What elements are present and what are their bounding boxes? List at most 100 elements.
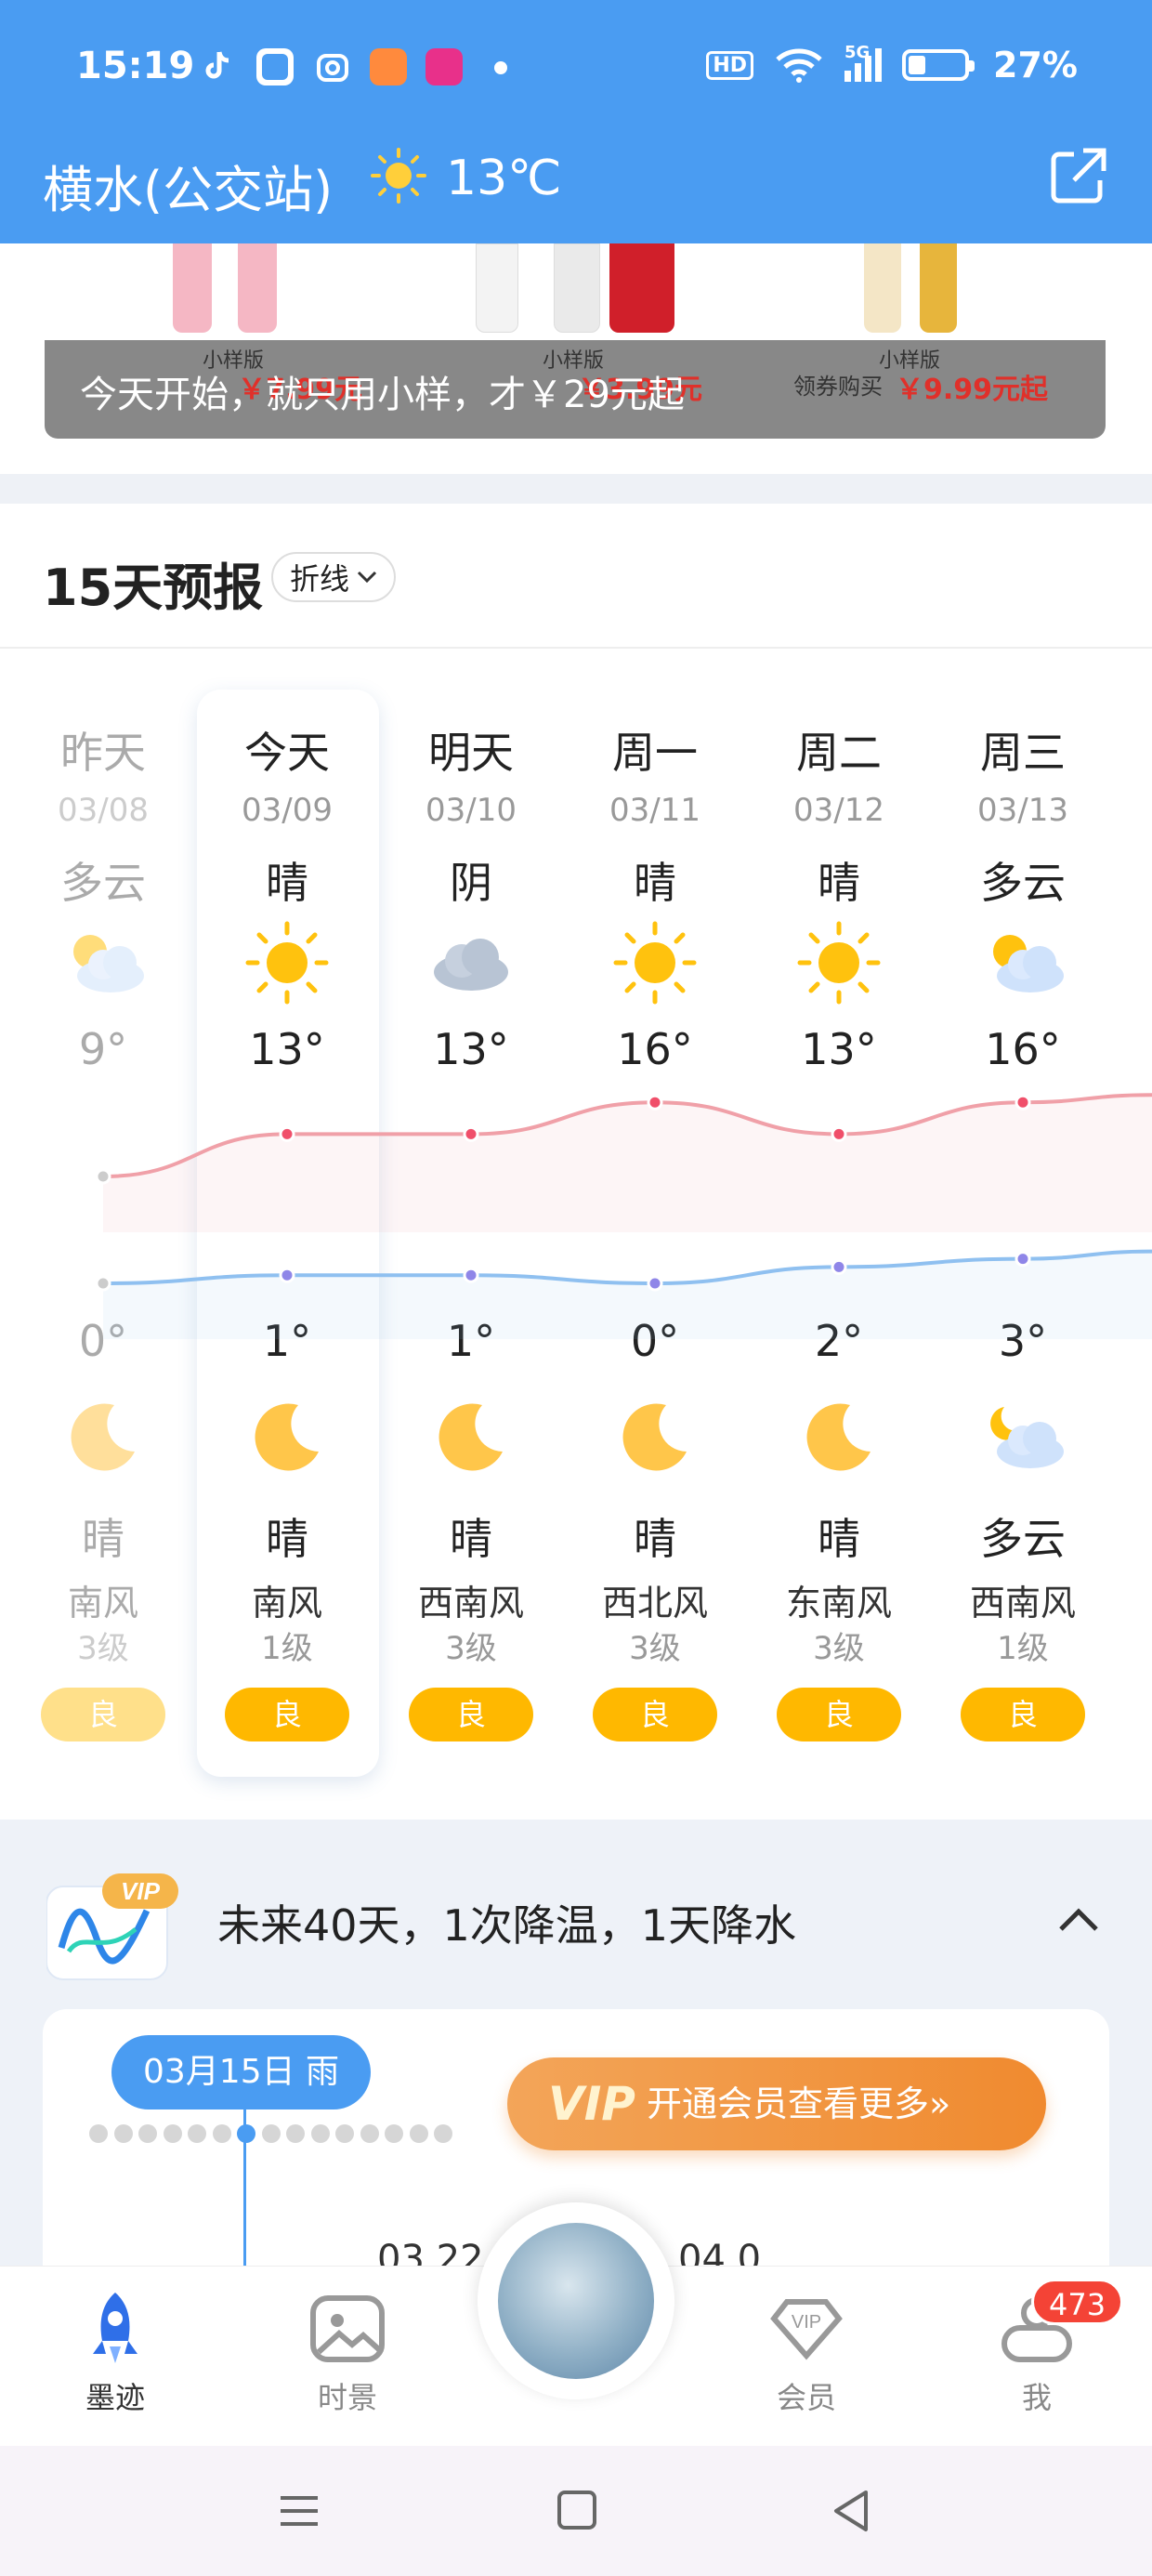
low-temp: 2° bbox=[814, 1316, 864, 1366]
low-temp: 1° bbox=[446, 1316, 496, 1366]
wind-level: 1级 bbox=[261, 1630, 313, 1667]
long-range-section: VIP 未来40天，1次降温，1天降水 03月15日 雨 VIP 开通会员查看更… bbox=[0, 1820, 1152, 2266]
timeline-dot bbox=[385, 2124, 403, 2143]
date: 03/09 bbox=[242, 792, 333, 829]
location-title[interactable]: 横水(公交站) bbox=[43, 149, 333, 222]
forecast-day-column[interactable]: 今天 03/09 晴 13° 1° 晴南风 1级良 bbox=[195, 690, 379, 1777]
weekday: 今天 bbox=[244, 728, 330, 778]
aqi-badge[interactable]: 良 bbox=[41, 1688, 165, 1741]
timeline-dot bbox=[360, 2124, 379, 2143]
timeline-dot bbox=[163, 2124, 182, 2143]
ad-strip[interactable]: 小样版 ￥7.99元 小样版 ￥3.99元 领券购买 小样版 ￥9.99元起 今… bbox=[45, 340, 1106, 439]
aqi-badge[interactable]: 良 bbox=[593, 1688, 717, 1741]
hd-icon: HD bbox=[706, 50, 754, 80]
weekday: 明天 bbox=[428, 728, 514, 778]
forecast-title: 15天预报 bbox=[43, 559, 264, 617]
night-condition: 晴 bbox=[818, 1514, 860, 1564]
home-icon[interactable] bbox=[548, 2485, 604, 2537]
high-temp: 16° bbox=[985, 1024, 1061, 1074]
open-vip-button[interactable]: VIP 开通会员查看更多» bbox=[507, 2057, 1046, 2150]
app-icon-orange bbox=[370, 48, 407, 85]
app-icon-pink bbox=[425, 48, 463, 85]
partly-cloudy-icon bbox=[976, 916, 1069, 1009]
battery-level: 27% bbox=[993, 45, 1078, 85]
section-gap bbox=[0, 474, 1152, 504]
ad-banner[interactable]: 小样版 ￥7.99元 小样版 ￥3.99元 领券购买 小样版 ￥9.99元起 今… bbox=[0, 243, 1152, 474]
signal-label: 5G bbox=[844, 43, 871, 62]
center-globe-button[interactable] bbox=[478, 2202, 674, 2399]
notification-dot bbox=[494, 61, 507, 74]
nav-scenery[interactable]: 时景 bbox=[273, 2287, 422, 2417]
wind-level: 3级 bbox=[813, 1630, 865, 1667]
trend-vip-logo: VIP bbox=[46, 1873, 178, 1989]
axis-label: 04.0 bbox=[678, 2238, 762, 2266]
forecast-day-column[interactable]: 周二 03/12 晴 13° 2° 晴东南风 3级良 bbox=[747, 690, 931, 1777]
product-image bbox=[173, 243, 212, 333]
product-image bbox=[864, 243, 901, 333]
forecast-day-column[interactable]: 明天 03/10 阴 13° 1° 晴西南风 3级良 bbox=[379, 690, 563, 1777]
day-condition: 阴 bbox=[450, 858, 492, 908]
forecast-day-column[interactable]: 周三 03/13 多云 16° 3° 多云 西南风 1级良 bbox=[931, 690, 1115, 1777]
weekday: 周二 bbox=[796, 728, 882, 778]
header: 横水(公交站) 13℃ bbox=[0, 139, 1152, 243]
chart-mode-dropdown[interactable]: 折线 bbox=[271, 552, 397, 602]
product-image bbox=[238, 243, 277, 333]
chevron-up-icon[interactable] bbox=[1055, 1901, 1102, 1939]
aqi-badge[interactable]: 良 bbox=[225, 1688, 349, 1741]
low-temp: 0° bbox=[78, 1316, 128, 1366]
timeline-cursor bbox=[243, 2109, 246, 2266]
wind-direction: 西北风 bbox=[601, 1583, 708, 1623]
wind-level: 1级 bbox=[997, 1630, 1049, 1667]
share-icon[interactable] bbox=[1046, 143, 1111, 208]
high-temp: 13° bbox=[801, 1024, 877, 1074]
product-image bbox=[609, 243, 674, 333]
menu-icon[interactable] bbox=[271, 2485, 327, 2537]
timeline-dot bbox=[113, 2124, 133, 2143]
high-temp: 16° bbox=[617, 1024, 693, 1074]
product-image bbox=[920, 243, 957, 333]
timeline-dot bbox=[434, 2124, 452, 2143]
long-range-summary: 未来40天，1次降温，1天降水 bbox=[217, 1900, 797, 1951]
divider bbox=[0, 647, 1152, 649]
sun-icon bbox=[371, 148, 426, 204]
back-icon[interactable] bbox=[825, 2485, 881, 2537]
product-image bbox=[476, 243, 518, 333]
high-temp: 13° bbox=[433, 1024, 509, 1074]
ad-coupon: 领券购买 bbox=[793, 374, 883, 400]
forecast-card: 15天预报 折线 昨天 03/08 多云 9° 0° 晴南风 3级良 今天 03/09 晴 13° 1… bbox=[0, 504, 1152, 1820]
wind-direction: 南风 bbox=[251, 1583, 322, 1623]
nav-label: 我 bbox=[1021, 2380, 1052, 2415]
timeline-dot bbox=[261, 2124, 281, 2143]
wind-direction: 西南风 bbox=[969, 1583, 1076, 1623]
day-condition: 晴 bbox=[266, 858, 308, 908]
notification-badge: 473 bbox=[1031, 2279, 1124, 2325]
open-vip-label: 开通会员查看更多» bbox=[647, 2083, 951, 2124]
tieba-icon bbox=[256, 48, 294, 85]
day-condition: 晴 bbox=[634, 858, 676, 908]
timeline-dot bbox=[286, 2124, 305, 2143]
nav-moji[interactable]: 墨迹 bbox=[41, 2287, 190, 2417]
forecast-day-column[interactable]: 昨天 03/08 多云 9° 0° 晴南风 3级良 bbox=[11, 690, 195, 1777]
low-temp: 0° bbox=[630, 1316, 680, 1366]
moon-icon bbox=[241, 1390, 334, 1483]
ad-price: ￥9.99元起 bbox=[896, 374, 1049, 406]
cloud-icon bbox=[425, 916, 517, 1009]
chart-mode-label: 折线 bbox=[290, 561, 350, 597]
high-temp: 13° bbox=[249, 1024, 325, 1074]
aqi-badge[interactable]: 良 bbox=[777, 1688, 901, 1741]
nav-vip[interactable]: VIP 会员 bbox=[732, 2287, 881, 2417]
vip-diamond-icon: VIP bbox=[765, 2287, 848, 2371]
camera-icon bbox=[314, 48, 351, 85]
wind-direction: 西南风 bbox=[417, 1583, 524, 1623]
aqi-badge[interactable]: 良 bbox=[961, 1688, 1085, 1741]
status-right: HD 5G 27% bbox=[706, 43, 1078, 85]
date: 03/11 bbox=[609, 792, 700, 829]
forecast-day-column[interactable]: 周一 03/11 晴 16° 0° 晴西北风 3级良 bbox=[563, 690, 747, 1777]
day-condition: 晴 bbox=[818, 858, 860, 908]
moon-icon bbox=[57, 1390, 150, 1483]
timeline-dot bbox=[89, 2124, 108, 2143]
day-condition: 多云 bbox=[60, 858, 146, 908]
aqi-badge[interactable]: 良 bbox=[409, 1688, 533, 1741]
timeline-dot bbox=[335, 2124, 354, 2143]
night-condition: 晴 bbox=[634, 1514, 676, 1564]
